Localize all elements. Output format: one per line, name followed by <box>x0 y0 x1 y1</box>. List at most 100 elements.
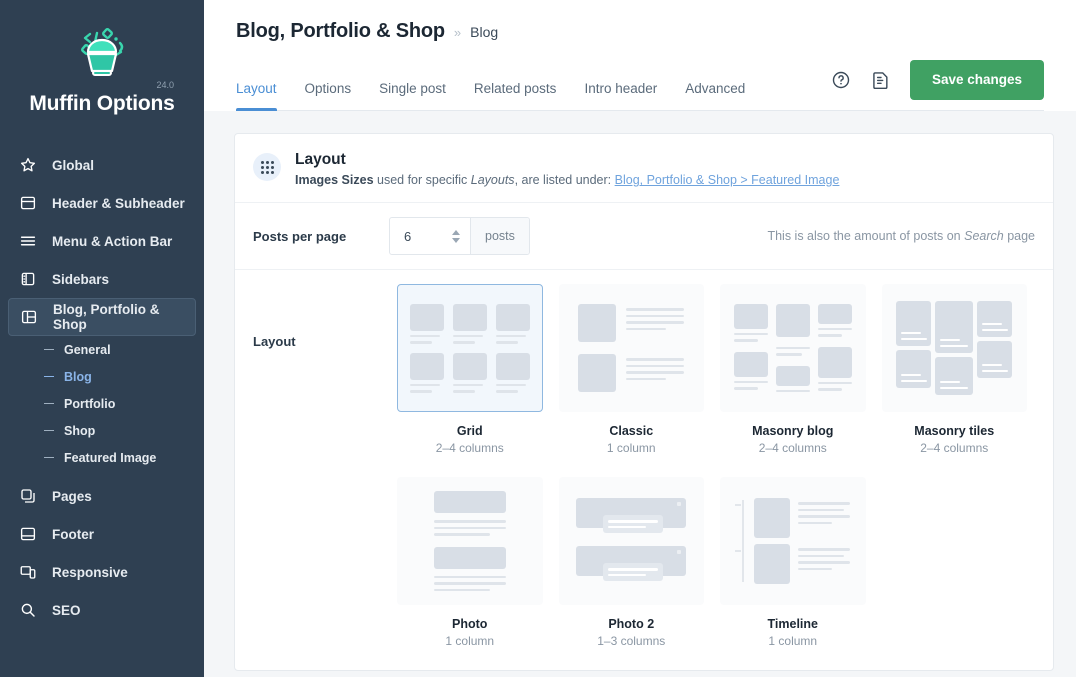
sidebar-subitem-portfolio[interactable]: Portfolio <box>0 390 204 417</box>
layout-option-sub: 1 column <box>768 634 818 649</box>
layout-panel: Layout Images Sizes used for specific La… <box>234 133 1054 672</box>
panel-title: Layout <box>295 151 346 168</box>
sidebar-item-sidebars[interactable]: Sidebars <box>8 260 196 298</box>
sidebar-layout-icon <box>18 269 38 289</box>
copy-pages-icon <box>18 486 38 506</box>
panel-desc-italic: Layouts <box>470 173 515 188</box>
sidebar-item-footer[interactable]: Footer <box>8 515 196 553</box>
layout-option-masonry-tiles[interactable]: Masonry tiles 2–4 columns <box>874 284 1036 455</box>
stepper-down-icon[interactable] <box>452 237 460 243</box>
brand: 24.0 Muffin Options <box>0 0 204 130</box>
sidebar-subitem-label: General <box>64 342 111 357</box>
panel-header-text: Layout Images Sizes used for specific La… <box>295 150 839 187</box>
tab-options[interactable]: Options <box>305 81 352 110</box>
layout-option-masonry-blog[interactable]: Masonry blog 2–4 columns <box>712 284 874 455</box>
layout-option-name: Photo 2 <box>608 617 655 632</box>
layout-options: Grid 2–4 columns Classic 1 column Masonr… <box>389 284 1035 648</box>
brand-title-row: 24.0 Muffin Options <box>0 80 204 116</box>
brand-title: Muffin Options <box>29 92 175 115</box>
sidebar-item-seo[interactable]: SEO <box>8 591 196 629</box>
panel-description: Images Sizes used for specific Layouts, … <box>295 173 839 187</box>
sidebar-item-responsive[interactable]: Responsive <box>8 553 196 591</box>
tab-single-post[interactable]: Single post <box>379 81 446 110</box>
sidebar-item-blog-portfolio-shop[interactable]: Blog, Portfolio & Shop <box>8 298 196 336</box>
layout-option-name: Grid <box>456 424 483 439</box>
header-panel-icon <box>18 193 38 213</box>
panel-header: Layout Images Sizes used for specific La… <box>235 134 1053 202</box>
layout-thumb-masonry-tiles <box>881 284 1027 413</box>
tab-advanced[interactable]: Advanced <box>685 81 745 110</box>
tab-bar: Layout Options Single post Related posts… <box>236 59 1044 111</box>
panel-desc-mid2: , are listed under: <box>514 173 615 188</box>
layout-option-name: Masonry tiles <box>914 424 995 439</box>
document-note-icon[interactable] <box>870 69 892 91</box>
save-changes-button[interactable]: Save changes <box>909 59 1044 100</box>
layout-option-sub: 1 column <box>445 634 495 649</box>
layout-label: Layout <box>253 334 296 350</box>
layout-option-sub: 2–4 columns <box>435 441 504 456</box>
hint-pre: This is also the amount of posts on <box>767 229 965 244</box>
layout-thumb-grid <box>397 284 543 413</box>
hamburger-menu-icon <box>18 231 38 251</box>
dots-grid <box>260 160 274 174</box>
sidebar-item-header-subheader[interactable]: Header & Subheader <box>8 184 196 222</box>
tab-intro-header[interactable]: Intro header <box>584 81 657 110</box>
breadcrumb-current: Blog <box>470 24 499 40</box>
sidebar-item-label: Pages <box>52 488 92 504</box>
sidebar-subitem-label: Portfolio <box>64 396 116 411</box>
layout-option-sub: 1–3 columns <box>597 634 666 649</box>
dash-icon <box>44 402 54 405</box>
tab-layout[interactable]: Layout <box>236 81 277 111</box>
sidebar-subitem-label: Featured Image <box>64 450 157 465</box>
devices-icon <box>18 562 38 582</box>
layout-thumb-classic <box>558 284 704 413</box>
layout-option-photo[interactable]: Photo 1 column <box>389 477 551 648</box>
layout-option-name: Timeline <box>767 617 818 632</box>
columns-layout-icon <box>19 307 39 327</box>
posts-per-page-input[interactable] <box>390 218 452 255</box>
layout-option-name: Classic <box>609 424 654 439</box>
layout-option-timeline[interactable]: Timeline 1 column <box>712 477 874 648</box>
sidebar-subitem-featured-image[interactable]: Featured Image <box>0 444 204 471</box>
sidebar-item-label: Responsive <box>52 564 128 580</box>
footer-panel-icon <box>18 524 38 544</box>
sidebar-item-menu-action-bar[interactable]: Menu & Action Bar <box>8 222 196 260</box>
layout-selector-row: Layout Grid 2–4 columns Classic 1 column… <box>235 269 1053 670</box>
drag-dots-icon[interactable] <box>253 153 281 181</box>
sidebar-item-pages[interactable]: Pages <box>8 477 196 515</box>
layout-thumb-timeline <box>720 477 866 606</box>
app-root: 24.0 Muffin Options Global Header & Subh… <box>0 0 1076 677</box>
sidebar-item-label: Menu & Action Bar <box>52 233 173 249</box>
star-icon <box>18 155 38 175</box>
featured-image-link[interactable]: Blog, Portfolio & Shop > Featured Image <box>615 173 840 187</box>
main-content: Blog, Portfolio & Shop » Blog Layout Opt… <box>204 0 1076 677</box>
sidebar-subitem-shop[interactable]: Shop <box>0 417 204 444</box>
sidebar-item-global[interactable]: Global <box>8 146 196 184</box>
posts-per-page-field[interactable]: posts <box>389 217 530 256</box>
tabs: Layout Options Single post Related posts… <box>236 59 773 111</box>
sidebar-item-label: Footer <box>52 526 94 542</box>
stepper-up-icon[interactable] <box>452 229 460 235</box>
posts-unit-label: posts <box>470 218 529 255</box>
version-label: 24.0 <box>156 80 174 90</box>
layout-option-sub: 2–4 columns <box>920 441 989 456</box>
panel-desc-mid: used for specific <box>373 173 471 188</box>
layout-option-grid[interactable]: Grid 2–4 columns <box>389 284 551 455</box>
sidebar: 24.0 Muffin Options Global Header & Subh… <box>0 0 204 677</box>
posts-per-page-hint: This is also the amount of posts on Sear… <box>767 229 1035 243</box>
sidebar-subitem-general[interactable]: General <box>0 336 204 363</box>
sidebar-subitem-label: Blog <box>64 369 92 384</box>
dash-icon <box>44 375 54 378</box>
dash-icon <box>44 429 54 432</box>
posts-per-page-label: Posts per page <box>253 228 347 244</box>
hint-post: page <box>1003 229 1035 244</box>
layout-option-photo2[interactable]: Photo 2 1–3 columns <box>551 477 713 648</box>
sidebar-subitem-blog[interactable]: Blog <box>0 363 204 390</box>
dash-icon <box>44 348 54 351</box>
breadcrumb: Blog, Portfolio & Shop » Blog <box>236 0 1044 43</box>
layout-option-classic[interactable]: Classic 1 column <box>551 284 713 455</box>
sidebar-item-label: Global <box>52 157 95 173</box>
tab-related-posts[interactable]: Related posts <box>474 81 557 110</box>
question-circle-icon[interactable] <box>830 69 852 91</box>
number-stepper[interactable] <box>452 218 470 254</box>
